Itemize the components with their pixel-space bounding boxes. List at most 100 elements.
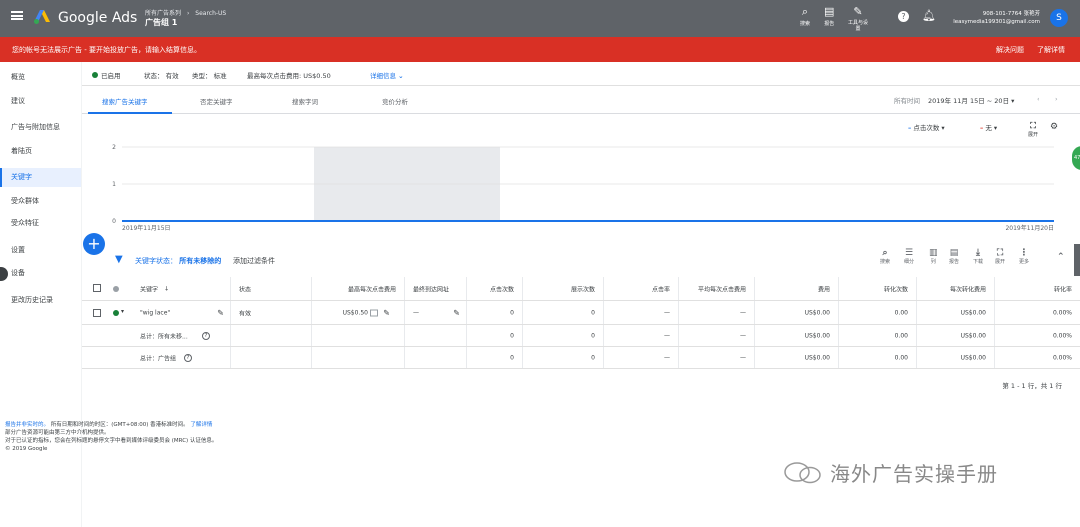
sidebar-item-ads-extensions[interactable]: 广告与附加信息 [0, 118, 81, 137]
bid-chart-icon[interactable] [370, 309, 378, 316]
column-cost-per-conv[interactable]: 每次转化费用 [916, 277, 994, 300]
column-impressions[interactable]: 展示次数 [522, 277, 603, 300]
impressions-cell: 0 [522, 325, 603, 346]
sidebar-item-keywords[interactable]: 关键字 [0, 168, 81, 187]
status-dropdown-icon[interactable]: ▾ [121, 308, 124, 315]
column-cost[interactable]: 费用 [754, 277, 838, 300]
sidebar-item-overview[interactable]: 概览 [0, 68, 81, 87]
column-clicks[interactable]: 点击次数 [466, 277, 522, 300]
columns-button[interactable]: ▥ 列 [929, 248, 938, 265]
status-column-dot-icon [113, 286, 119, 292]
footer-learn-more-link[interactable]: 了解详情 [190, 422, 212, 428]
cost-value: US$0.00 [804, 309, 830, 316]
page-title[interactable]: 广告组 1 [145, 17, 177, 28]
notifications-button[interactable]: 🔔︎ [922, 10, 936, 24]
help-button[interactable]: ? [898, 11, 909, 25]
breadcrumb-campaigns[interactable]: 所有广告系列 [145, 10, 181, 17]
total-label-cell: 总计：所有未移...? [132, 325, 230, 346]
column-conversions[interactable]: 转化次数 [838, 277, 916, 300]
avg-cpc-value: — [740, 309, 746, 316]
conv-rate-value: 0.00% [1052, 354, 1072, 361]
tab-negative-keywords[interactable]: 否定关键字 [200, 96, 233, 106]
tab-search-terms[interactable]: 搜索字词 [292, 96, 318, 106]
table-row: 总计：所有未移...? 0 0 — — US$0.00 0.00 US$0.00… [82, 325, 1080, 347]
final-url-cell[interactable]: — ✎ [404, 301, 466, 324]
help-icon[interactable]: ? [184, 353, 192, 362]
enabled-dot-icon[interactable] [113, 310, 119, 316]
row-checkbox[interactable] [93, 309, 101, 317]
conv-rate-cell: 0.00% [994, 325, 1080, 346]
max-cpc-cell[interactable]: US$0.50 ✎ [311, 301, 404, 324]
sidebar: 概览 建议 广告与附加信息 着陆页 关键字 受众群体 受众特征 设置 设备 更改… [0, 62, 81, 527]
tools-settings-button[interactable]: ✎ 工具与设 置 [848, 6, 868, 32]
avg-cpc-value: — [740, 332, 746, 339]
table-report-button[interactable]: ▤ 报告 [949, 248, 959, 265]
table-search-button[interactable]: ⌕ 搜索 [880, 248, 890, 265]
keyword-cell[interactable]: "wig lace" ✎ [132, 301, 230, 324]
column-max-cpc[interactable]: 最高每次点击费用 [311, 277, 404, 300]
billing-alert-banner: 您的帐号无法展示广告 - 要开始投放广告，请输入结算信息。 解决问题 了解详情 [0, 37, 1080, 62]
conversions-cell: 0.00 [838, 301, 916, 324]
sidebar-item-landing-pages[interactable]: 着陆页 [0, 142, 81, 161]
breadcrumb-campaign[interactable]: Search-US [195, 10, 226, 17]
search-tool-label: 搜索 [800, 21, 811, 27]
edit-icon[interactable]: ✎ [383, 308, 390, 317]
footer-timezone-text: 所有日期和时间的时区：(GMT+08:00) 香港标准时间。 [50, 422, 189, 428]
conversions-value: 0.00 [894, 354, 908, 361]
cost-per-conv-value: US$0.00 [960, 332, 986, 339]
download-button[interactable]: ⤓ 下载 [973, 248, 983, 265]
google-ads-logo-icon [34, 10, 50, 24]
sidebar-item-audiences[interactable]: 受众群体 [0, 192, 81, 211]
add-filter-button[interactable]: 添加过滤条件 [233, 256, 275, 266]
menu-icon[interactable] [11, 11, 23, 20]
search-tool-button[interactable]: ⌕ 搜索 [800, 6, 811, 27]
column-ctr[interactable]: 点击率 [603, 277, 678, 300]
filter-icon[interactable]: ▼ [115, 254, 123, 265]
edit-icon[interactable]: ✎ [453, 308, 460, 317]
clicks-cell: 0 [466, 325, 522, 346]
column-status[interactable]: 状态 [230, 277, 311, 300]
edit-icon[interactable]: ✎ [217, 308, 224, 317]
status-dot-icon [92, 72, 98, 78]
column-keyword[interactable]: 关键字 ↓ [132, 277, 230, 300]
column-conv-rate[interactable]: 转化率 [994, 277, 1080, 300]
fix-problem-link[interactable]: 解决问题 [996, 45, 1024, 55]
status-text: 状态： 有效 [144, 72, 179, 80]
date-prev-icon[interactable]: ‹ [1037, 95, 1040, 103]
date-range-picker[interactable]: 2019年 11月 15日 ~ 20日 ▾ [928, 95, 1014, 105]
sidebar-item-change-history[interactable]: 更改历史记录 [0, 291, 81, 310]
top-bar: Google Ads 所有广告系列 › Search-US 广告组 1 ⌕ 搜索… [0, 0, 1080, 37]
sidebar-item-recommendations[interactable]: 建议 [0, 92, 81, 111]
max-cpc-text: 最高每次点击费用: US$0.50 [247, 72, 331, 80]
sidebar-item-demographics[interactable]: 受众特征 [0, 214, 81, 233]
ctr-cell: — [603, 347, 678, 368]
select-all-checkbox[interactable] [93, 284, 101, 292]
table-row: 总计：广告组? 0 0 — — US$0.00 0.00 US$0.00 0.0… [82, 347, 1080, 369]
chart-plot: 2 1 0 2019年11月15日 2019年11月20日 [112, 144, 1054, 232]
collapse-table-icon[interactable]: ⌃ [1057, 252, 1065, 262]
details-toggle[interactable]: 详细信息 ⌄ [370, 70, 404, 80]
enabled-status[interactable]: 已启用 [92, 70, 121, 80]
app: Google Ads 所有广告系列 › Search-US 广告组 1 ⌕ 搜索… [0, 0, 1080, 527]
footer-report-link[interactable]: 报告并非实时的。 [5, 422, 49, 428]
learn-more-link[interactable]: 了解详情 [1037, 45, 1065, 55]
active-filter-chip[interactable]: 关键字状态： 所有未移除的 [135, 256, 221, 266]
sidebar-item-settings[interactable]: 设置 [0, 241, 81, 260]
brand-name[interactable]: Google Ads [58, 10, 137, 26]
help-icon[interactable]: ? [202, 331, 210, 340]
edge-scroll-handle[interactable] [1074, 244, 1080, 276]
cost-value: US$0.00 [804, 332, 830, 339]
reports-tool-button[interactable]: ▤ 报告 [824, 6, 834, 27]
column-final-url[interactable]: 最终到达网址 [404, 277, 466, 300]
tab-search-keywords[interactable]: 搜索广告关键字 [102, 96, 148, 106]
column-avg-cpc[interactable]: 平均每次点击费用 [678, 277, 754, 300]
y-tick-label: 2 [112, 144, 116, 151]
avatar[interactable]: S [1050, 9, 1068, 27]
more-button[interactable]: ⋮ 更多 [1019, 248, 1029, 265]
sidebar-item-devices[interactable]: 设备 [0, 264, 81, 283]
table-expand-button[interactable]: ⛶ 展开 [995, 248, 1005, 265]
tab-auction-insights[interactable]: 竞价分析 [382, 96, 408, 106]
segment-button[interactable]: ☰ 细分 [904, 248, 914, 265]
account-info[interactable]: 908-101-7764 张艳芳 leasymedia199301@gmail.… [953, 10, 1040, 26]
date-next-icon[interactable]: › [1055, 95, 1058, 103]
